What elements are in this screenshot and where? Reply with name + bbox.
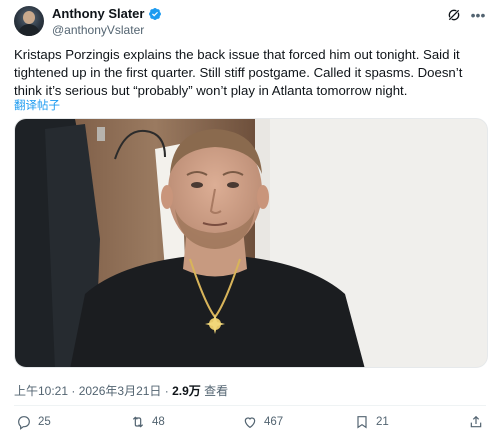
video-frame-image [15, 119, 487, 367]
translate-post-link[interactable]: 翻译帖子 [14, 97, 60, 113]
views-label: 查看 [200, 384, 229, 398]
like-count: 467 [264, 416, 284, 428]
action-bar: 25 48 467 21 [14, 414, 486, 434]
avatar[interactable] [14, 6, 44, 36]
timestamp[interactable]: 上午10:21 · 2026年3月21日 · [14, 384, 172, 398]
author-name-row[interactable]: Anthony Slater [52, 6, 162, 21]
bookmark-count: 21 [376, 416, 389, 428]
bookmark-icon [357, 416, 367, 429]
author-display-name[interactable]: Anthony Slater [52, 6, 144, 21]
share-button[interactable] [468, 414, 484, 430]
reply-icon [18, 416, 30, 430]
bookmark-button[interactable]: 21 [354, 414, 389, 430]
repost-button[interactable]: 48 [130, 414, 165, 430]
like-button[interactable]: 467 [242, 414, 283, 430]
reply-button[interactable]: 25 [16, 414, 51, 430]
tweet-meta: 上午10:21 · 2026年3月21日 · 2.9万 查看 [14, 382, 228, 399]
tweet-header: Anthony Slater @anthonyVslater ••• [14, 6, 486, 40]
more-options-icon[interactable]: ••• [470, 7, 486, 23]
divider [14, 405, 486, 406]
author-handle[interactable]: @anthonyVslater [52, 23, 144, 37]
tweet-video-thumbnail[interactable] [14, 118, 488, 368]
repost-count: 48 [152, 416, 165, 428]
share-icon [470, 415, 482, 428]
grok-icon[interactable] [446, 7, 462, 23]
verified-badge-icon [149, 7, 162, 20]
reply-count: 25 [38, 416, 51, 428]
tweet-text: Kristaps Porzingis explains the back iss… [14, 47, 463, 98]
view-count: 2.9万 [172, 384, 201, 398]
repost-icon [132, 416, 144, 428]
heart-icon [244, 417, 256, 429]
